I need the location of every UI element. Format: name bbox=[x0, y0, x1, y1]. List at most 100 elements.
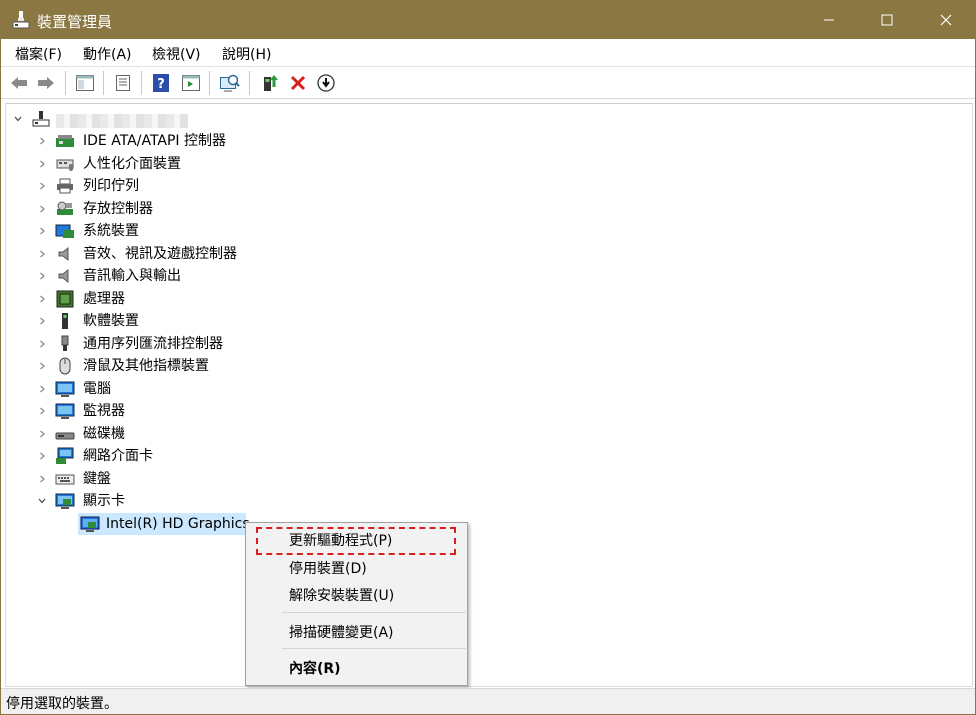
close-icon bbox=[940, 14, 952, 26]
chevron-right-icon[interactable] bbox=[36, 360, 48, 372]
printer-icon bbox=[57, 178, 73, 194]
monitor-icon bbox=[55, 403, 75, 419]
update-driver-button[interactable] bbox=[258, 72, 282, 94]
menu-disable-device[interactable]: 停用裝置(D) bbox=[289, 558, 367, 578]
minimize-button[interactable] bbox=[801, 1, 857, 39]
chevron-right-icon[interactable] bbox=[36, 405, 48, 417]
chevron-right-icon[interactable] bbox=[36, 225, 48, 237]
scan-hardware-button[interactable] bbox=[218, 72, 242, 94]
back-button[interactable] bbox=[7, 72, 31, 94]
menu-file[interactable]: 檔案(F) bbox=[15, 44, 62, 64]
chevron-right-icon[interactable] bbox=[36, 270, 48, 282]
tree-row-label: 列印佇列 bbox=[83, 178, 139, 194]
tree-category-row[interactable]: 通用序列匯流排控制器 bbox=[6, 333, 506, 355]
title-bar[interactable]: 裝置管理員 bbox=[1, 1, 975, 39]
menu-scan-hardware[interactable]: 掃描硬體變更(A) bbox=[289, 622, 394, 642]
network-adapter-icon bbox=[56, 447, 74, 464]
chevron-right-icon[interactable] bbox=[36, 248, 48, 260]
chevron-right-icon[interactable] bbox=[36, 383, 48, 395]
menu-help[interactable]: 說明(H) bbox=[222, 44, 271, 64]
properties-icon bbox=[116, 75, 130, 91]
show-hide-tree-button[interactable] bbox=[73, 72, 97, 94]
tree-row-label: 磁碟機 bbox=[83, 426, 125, 442]
tree-category-row[interactable]: 存放控制器 bbox=[6, 198, 506, 220]
tree-category-row[interactable]: 網路介面卡 bbox=[6, 445, 506, 467]
close-button[interactable] bbox=[918, 1, 974, 39]
tree-row-intel-hd-graphics[interactable]: Intel(R) HD Graphics bbox=[78, 513, 250, 535]
tree-category-row[interactable]: 系統裝置 bbox=[6, 220, 506, 242]
chevron-right-icon[interactable] bbox=[36, 473, 48, 485]
tree-category-row[interactable]: 人性化介面裝置 bbox=[6, 153, 506, 175]
tree-category-row[interactable]: 處理器 bbox=[6, 288, 506, 310]
action-pane-button[interactable] bbox=[179, 72, 203, 94]
tree-category-row[interactable]: 音效、視訊及遊戲控制器 bbox=[6, 243, 506, 265]
maximize-button[interactable] bbox=[859, 1, 915, 39]
chevron-down-icon[interactable] bbox=[36, 495, 48, 507]
tree-row-label: 電腦 bbox=[83, 381, 111, 397]
tree-category-row[interactable]: 軟體裝置 bbox=[6, 310, 506, 332]
action-pane-icon bbox=[182, 75, 200, 91]
minimize-icon bbox=[824, 19, 834, 21]
menu-update-driver[interactable]: 更新驅動程式(P) bbox=[289, 530, 392, 550]
tree-category-row[interactable]: 鍵盤 bbox=[6, 468, 506, 490]
ide-controller-icon bbox=[56, 135, 74, 147]
display-adapter-icon bbox=[55, 493, 75, 509]
tree-category-row[interactable]: 音訊輸入與輸出 bbox=[6, 265, 506, 287]
tree-category-row[interactable]: 磁碟機 bbox=[6, 423, 506, 445]
tree-row-label: 網路介面卡 bbox=[83, 448, 153, 464]
chevron-right-icon[interactable] bbox=[36, 180, 48, 192]
chevron-right-icon[interactable] bbox=[36, 158, 48, 170]
tree-category-row[interactable]: 列印佇列 bbox=[6, 175, 506, 197]
menu-bar: 檔案(F) 動作(A) 檢視(V) 說明(H) bbox=[1, 39, 975, 67]
menu-action[interactable]: 動作(A) bbox=[83, 44, 132, 64]
properties-button[interactable] bbox=[111, 72, 135, 94]
menu-view[interactable]: 檢視(V) bbox=[152, 44, 201, 64]
display-adapter-icon bbox=[80, 516, 100, 532]
tree-row-label: 通用序列匯流排控制器 bbox=[83, 336, 223, 352]
chevron-right-icon[interactable] bbox=[36, 203, 48, 215]
forward-icon bbox=[38, 77, 54, 89]
usb-icon bbox=[61, 335, 69, 351]
computer-icon bbox=[55, 381, 75, 397]
tree-row-label: 軟體裝置 bbox=[83, 313, 139, 329]
tree-category-row[interactable]: IDE ATA/ATAPI 控制器 bbox=[6, 130, 506, 152]
chevron-right-icon[interactable] bbox=[36, 135, 48, 147]
chevron-right-icon[interactable] bbox=[36, 450, 48, 462]
chevron-down-icon[interactable] bbox=[12, 113, 24, 125]
tree-category-row[interactable]: 顯示卡 bbox=[6, 490, 506, 512]
toolbar-separator bbox=[249, 71, 250, 95]
tree-row-label: 顯示卡 bbox=[83, 493, 125, 509]
svg-text:?: ? bbox=[157, 77, 165, 92]
help-button[interactable]: ? bbox=[149, 72, 173, 94]
system-device-icon bbox=[55, 224, 74, 238]
mouse-icon bbox=[59, 357, 71, 375]
device-tree[interactable]: IDE ATA/ATAPI 控制器 人性化介面裝置列印佇列存放控制器 系統裝置 音效、… bbox=[5, 103, 973, 687]
chevron-right-icon[interactable] bbox=[36, 293, 48, 305]
status-text: 停用選取的裝置。 bbox=[6, 696, 118, 712]
tree-category-row[interactable]: 電腦 bbox=[6, 378, 506, 400]
computer-name-redacted bbox=[56, 114, 188, 128]
hid-icon bbox=[56, 159, 74, 171]
software-device-icon bbox=[62, 313, 68, 329]
processor-icon bbox=[56, 290, 74, 308]
uninstall-button[interactable] bbox=[286, 72, 310, 94]
storage-controller-icon bbox=[57, 201, 73, 215]
toolbar-separator bbox=[209, 71, 210, 95]
toolbar-separator bbox=[103, 71, 104, 95]
tree-category-row[interactable]: 滑鼠及其他指標裝置 bbox=[6, 355, 506, 377]
tree-category-row[interactable]: 監視器 bbox=[6, 400, 506, 422]
tree-row-label: Intel(R) HD Graphics bbox=[106, 516, 250, 532]
menu-uninstall-device[interactable]: 解除安裝裝置(U) bbox=[289, 585, 394, 605]
tree-root-row[interactable] bbox=[6, 108, 406, 130]
help-icon: ? bbox=[153, 74, 169, 92]
tree-row-label: 處理器 bbox=[83, 291, 125, 307]
toolbar: ? bbox=[1, 68, 975, 99]
toolbar-separator bbox=[141, 71, 142, 95]
chevron-right-icon[interactable] bbox=[36, 338, 48, 350]
chevron-right-icon[interactable] bbox=[36, 315, 48, 327]
disable-button[interactable] bbox=[314, 72, 338, 94]
speaker-icon bbox=[58, 268, 69, 284]
menu-properties[interactable]: 內容(R) bbox=[289, 658, 341, 678]
forward-button[interactable] bbox=[34, 72, 58, 94]
chevron-right-icon[interactable] bbox=[36, 428, 48, 440]
